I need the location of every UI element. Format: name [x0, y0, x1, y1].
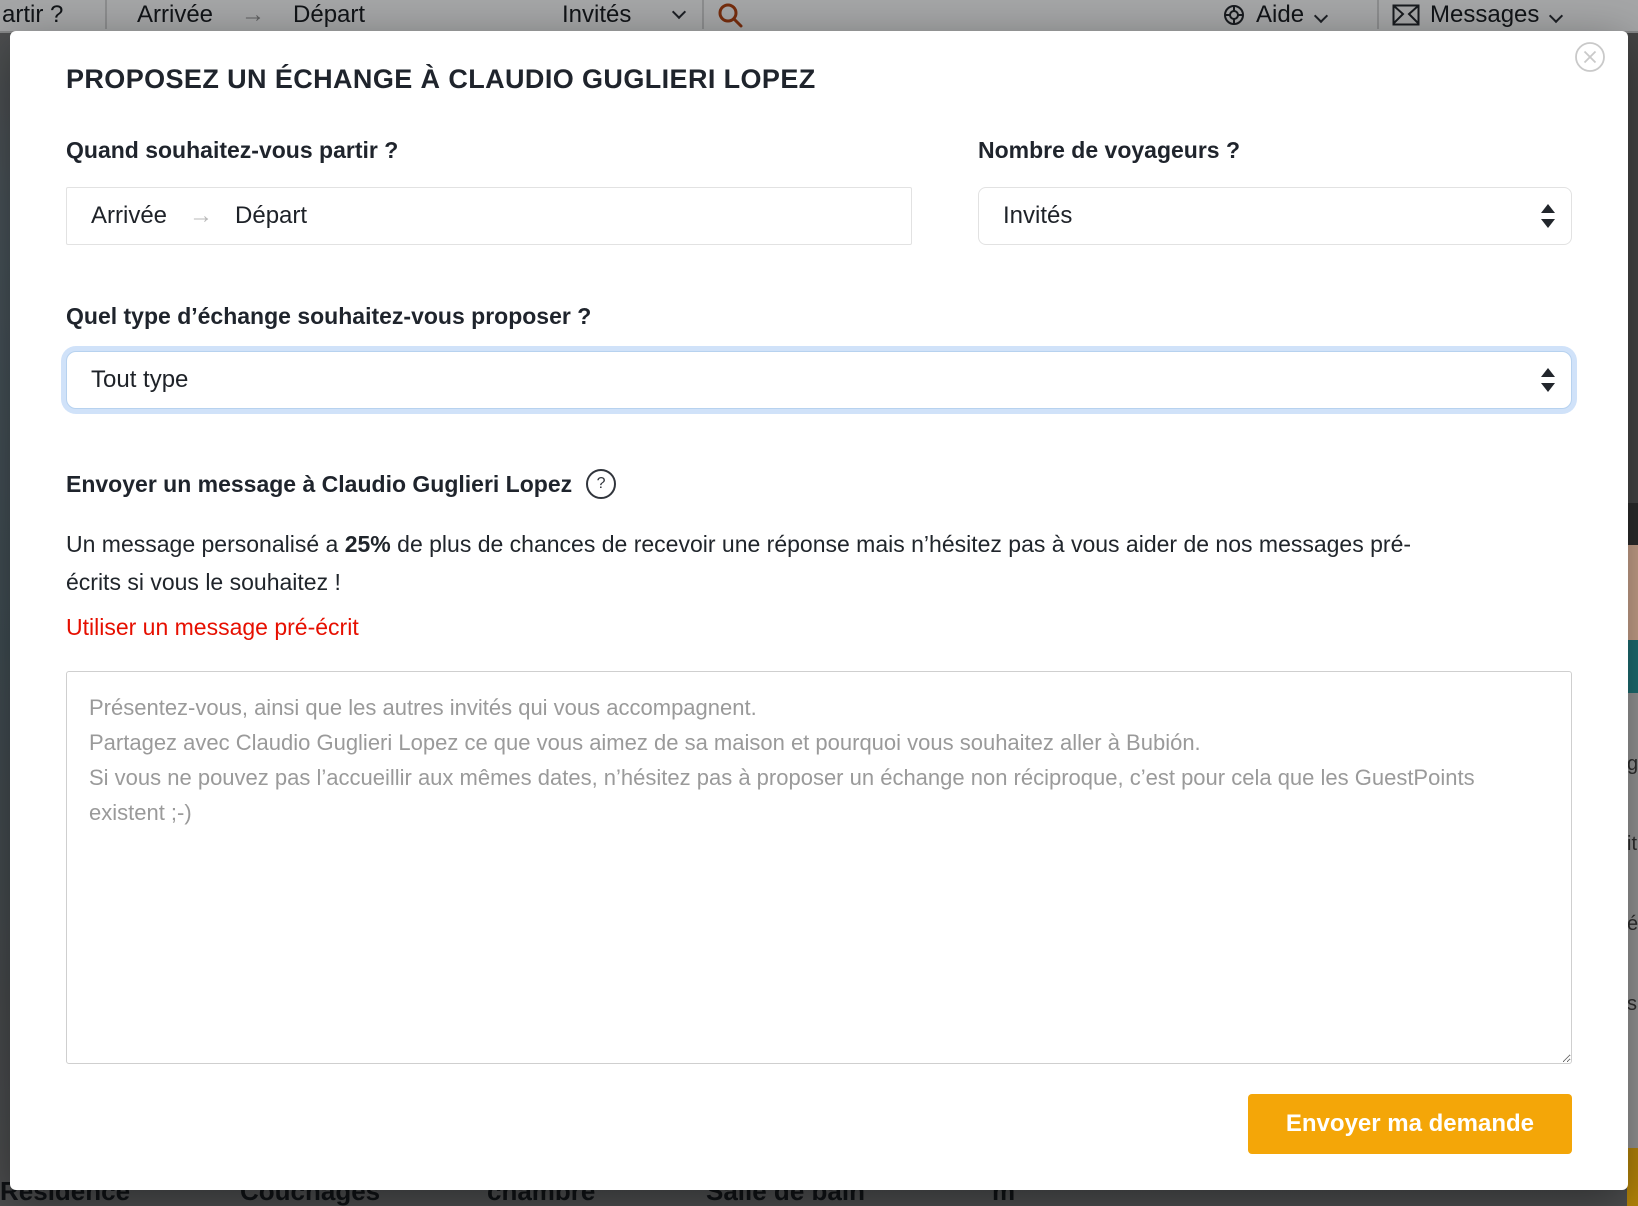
- close-icon: [1574, 41, 1606, 73]
- message-textarea[interactable]: [66, 671, 1572, 1064]
- travelers-select[interactable]: Invités: [978, 187, 1572, 245]
- submit-button[interactable]: Envoyer ma demande: [1248, 1094, 1572, 1154]
- exchange-type-select[interactable]: Tout type: [66, 351, 1572, 409]
- arrival-placeholder: Arrivée: [91, 202, 167, 230]
- select-spinner-icon: [1541, 368, 1555, 392]
- exchange-proposal-modal: PROPOSEZ UN ÉCHANGE À CLAUDIO GUGLIERI L…: [10, 31, 1628, 1190]
- exchange-type-selected-value: Tout type: [91, 366, 188, 394]
- travelers-selected-value: Invités: [1003, 202, 1072, 230]
- avatar: [1627, 503, 1638, 693]
- date-range-input[interactable]: Arrivée → Départ: [66, 187, 912, 245]
- prewritten-message-link[interactable]: Utiliser un message pré-écrit: [66, 613, 359, 641]
- departure-placeholder: Départ: [235, 202, 307, 230]
- arrow-right-icon: →: [189, 202, 213, 230]
- close-button[interactable]: [1574, 41, 1606, 73]
- modal-title: PROPOSEZ UN ÉCHANGE À CLAUDIO GUGLIERI L…: [66, 31, 1572, 95]
- message-hint: Un message personalisé a 25% de plus de …: [66, 525, 1456, 601]
- when-label: Quand souhaitez-vous partir ?: [66, 137, 912, 163]
- page-background: artir ? Arrivée → Départ Invités: [0, 0, 1638, 1206]
- select-spinner-icon: [1541, 204, 1555, 228]
- message-section-heading: Envoyer un message à Claudio Guglieri Lo…: [66, 469, 1572, 499]
- background-right-sliver: g it é s: [1627, 33, 1638, 1206]
- help-question-icon[interactable]: [586, 469, 616, 499]
- exchange-type-label: Quel type d’échange souhaitez-vous propo…: [66, 303, 1572, 329]
- travelers-label: Nombre de voyageurs ?: [978, 137, 1572, 163]
